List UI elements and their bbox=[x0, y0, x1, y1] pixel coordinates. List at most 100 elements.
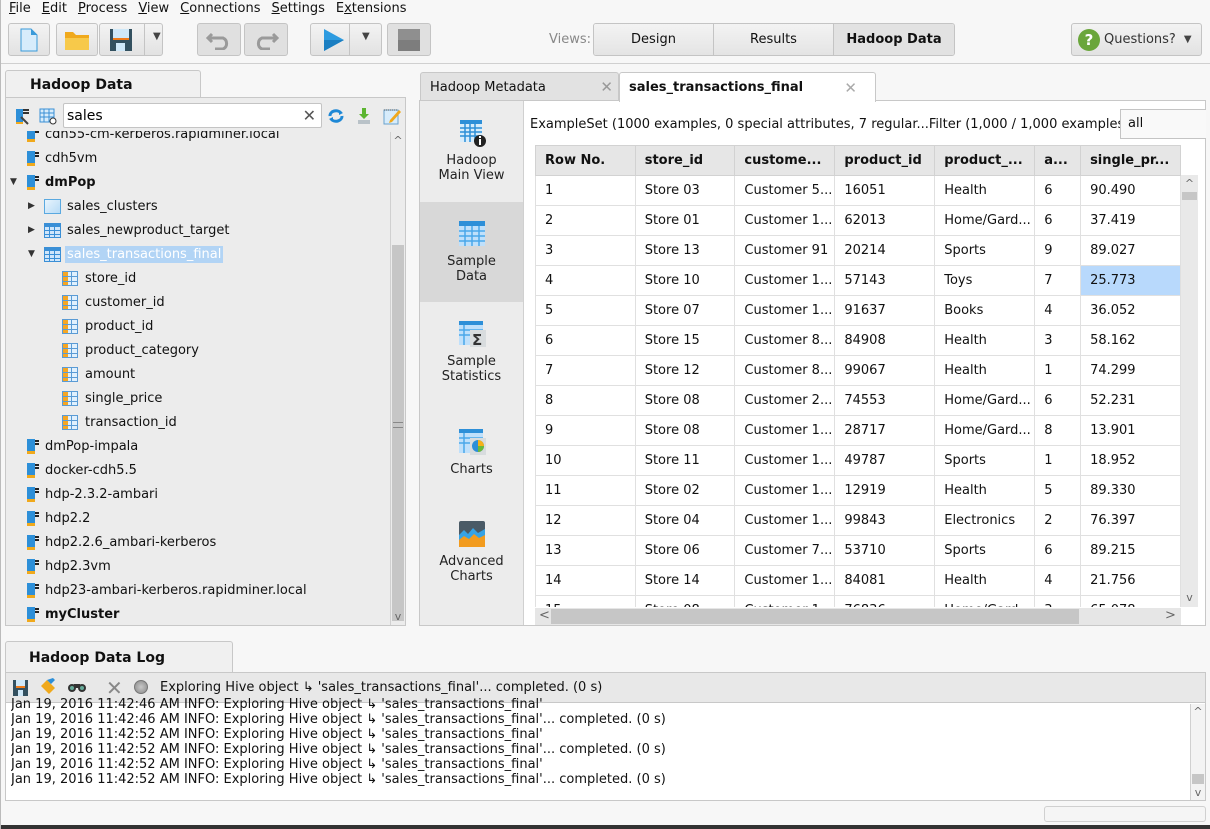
scroll-down-icon[interactable]: v bbox=[1191, 786, 1205, 799]
tree-scrollbar[interactable]: ^ v bbox=[390, 132, 405, 625]
refresh-icon[interactable] bbox=[327, 107, 345, 125]
table-cell[interactable]: 6 bbox=[1034, 205, 1082, 236]
table-cell[interactable]: Customer 7... bbox=[734, 535, 836, 566]
table-cell[interactable]: 1 bbox=[1034, 445, 1082, 476]
table-cell[interactable]: 52.231 bbox=[1080, 385, 1181, 416]
table-cell[interactable]: Health bbox=[934, 175, 1036, 206]
table-cell[interactable]: Customer 2... bbox=[734, 385, 836, 416]
table-cell[interactable]: Customer 5... bbox=[734, 175, 836, 206]
collapse-arrow-icon[interactable]: ▶ bbox=[28, 201, 38, 211]
table-cell[interactable]: Books bbox=[934, 295, 1036, 326]
tree-item-column[interactable]: single_price bbox=[62, 386, 164, 410]
table-cell[interactable]: 3 bbox=[1034, 595, 1082, 607]
new-process-button[interactable] bbox=[8, 23, 50, 56]
table-row[interactable]: 6 Store 15 Customer 8... 84908 Health 3 58.162 bbox=[535, 325, 1181, 356]
table-cell[interactable]: Health bbox=[934, 565, 1036, 596]
table-cell[interactable]: Customer 1... bbox=[734, 475, 836, 506]
table-cell[interactable]: 99843 bbox=[834, 505, 936, 536]
table-cell[interactable]: 58.162 bbox=[1080, 325, 1181, 356]
nav-charts[interactable]: Charts bbox=[420, 402, 523, 502]
redo-button[interactable] bbox=[244, 23, 288, 56]
table-cell[interactable]: 9 bbox=[1034, 235, 1082, 266]
table-cell[interactable]: Health bbox=[934, 325, 1036, 356]
edit-icon[interactable] bbox=[383, 107, 401, 125]
table-cell[interactable]: Store 03 bbox=[634, 175, 736, 206]
run-dropdown-icon[interactable]: ▼ bbox=[362, 31, 370, 42]
table-cell[interactable]: 2 bbox=[535, 205, 636, 236]
table-cell[interactable]: 5 bbox=[535, 295, 636, 326]
table-cell[interactable]: 57143 bbox=[834, 265, 936, 296]
table-cell[interactable]: 91637 bbox=[834, 295, 936, 326]
column-header[interactable]: Row No. bbox=[535, 145, 636, 176]
table-cell[interactable]: 4 bbox=[1034, 295, 1082, 326]
tree-item-table[interactable]: ▼ sales_transactions_final bbox=[28, 242, 224, 266]
table-cell[interactable]: 13 bbox=[535, 535, 636, 566]
hadoop-data-log-tab[interactable]: Hadoop Data Log bbox=[5, 641, 233, 673]
table-cell[interactable]: 74553 bbox=[834, 385, 936, 416]
table-cell[interactable]: 5 bbox=[1034, 475, 1082, 506]
table-row[interactable]: 11 Store 02 Customer 1... 12919 Health 5 89.33… bbox=[535, 475, 1181, 506]
table-cell[interactable]: Customer 1... bbox=[734, 415, 836, 446]
table-cell[interactable]: Sports bbox=[934, 235, 1036, 266]
table-hscroll-thumb[interactable] bbox=[551, 609, 1079, 624]
column-header[interactable]: single_pr... bbox=[1080, 145, 1181, 176]
import-icon[interactable] bbox=[355, 107, 373, 125]
table-cell[interactable]: 2 bbox=[1034, 505, 1082, 536]
table-cell[interactable]: 74.299 bbox=[1080, 355, 1181, 386]
table-row[interactable]: 13 Store 06 Customer 7... 53710 Sports 6 89.21… bbox=[535, 535, 1181, 566]
tree-item-table[interactable]: ▶ sales_newproduct_target bbox=[28, 218, 232, 242]
table-cell[interactable]: Customer 1... bbox=[734, 565, 836, 596]
table-cell[interactable]: 11 bbox=[535, 475, 636, 506]
open-process-button[interactable] bbox=[56, 23, 98, 56]
table-cell[interactable]: 62013 bbox=[834, 205, 936, 236]
questions-button[interactable]: ? Questions? ▼ bbox=[1071, 23, 1202, 56]
scroll-left-icon[interactable]: < bbox=[539, 608, 550, 623]
table-cell[interactable]: Customer 91 bbox=[734, 235, 836, 266]
clear-search-icon[interactable]: ✕ bbox=[303, 106, 316, 125]
nav-hadoop-main-view[interactable]: Hadoop Main View bbox=[420, 101, 523, 201]
table-cell[interactable]: 89.330 bbox=[1080, 475, 1181, 506]
find-icon[interactable] bbox=[67, 681, 87, 693]
table-cell[interactable]: 25.773 bbox=[1080, 265, 1181, 296]
table-cell[interactable]: 36.052 bbox=[1080, 295, 1181, 326]
tree-item-server[interactable]: hdp23-ambari-kerberos.rapidminer.local bbox=[10, 578, 309, 602]
table-cell[interactable]: 3 bbox=[1034, 325, 1082, 356]
nav-sample-data[interactable]: Sample Data bbox=[420, 202, 523, 302]
tree-item-view[interactable]: ▶ sales_clusters bbox=[28, 194, 160, 218]
table-cell[interactable]: 12 bbox=[535, 505, 636, 536]
table-cell[interactable]: Customer 8... bbox=[734, 355, 836, 386]
tree-item-column[interactable]: product_id bbox=[62, 314, 155, 338]
tree-item-column[interactable]: customer_id bbox=[62, 290, 167, 314]
tree-item-server[interactable]: hdp2.2 bbox=[10, 506, 92, 530]
table-refresh-icon[interactable] bbox=[39, 107, 57, 125]
table-cell[interactable]: 8 bbox=[1034, 415, 1082, 446]
table-cell[interactable]: 90.490 bbox=[1080, 175, 1181, 206]
tree-item-column[interactable]: transaction_id bbox=[62, 410, 179, 434]
table-cell[interactable]: Store 15 bbox=[634, 325, 736, 356]
menu-settings[interactable]: Settings bbox=[272, 0, 325, 17]
menu-edit[interactable]: Edit bbox=[42, 0, 67, 17]
table-cell[interactable]: 15 bbox=[535, 595, 636, 607]
table-cell[interactable]: 3 bbox=[535, 235, 636, 266]
menu-extensions[interactable]: Extensions bbox=[336, 0, 407, 17]
menu-process[interactable]: Process bbox=[78, 0, 127, 17]
expand-arrow-icon[interactable]: ▼ bbox=[10, 177, 20, 187]
tree-item-server[interactable]: docker-cdh5.5 bbox=[10, 458, 139, 482]
table-cell[interactable]: Store 02 bbox=[634, 475, 736, 506]
table-cell[interactable]: Customer 8... bbox=[734, 325, 836, 356]
table-cell[interactable]: 16051 bbox=[834, 175, 936, 206]
table-cell[interactable]: 4 bbox=[1034, 565, 1082, 596]
clear-log-icon[interactable] bbox=[39, 678, 57, 696]
connection-settings-icon[interactable] bbox=[13, 107, 31, 125]
stop-button[interactable] bbox=[387, 23, 431, 56]
table-cell[interactable]: 6 bbox=[535, 325, 636, 356]
table-row[interactable]: 15Store 08Customer 1...76836Home/Gard...… bbox=[535, 595, 1181, 607]
log-scrollbar-thumb[interactable] bbox=[1192, 774, 1204, 784]
expand-arrow-icon[interactable]: ▼ bbox=[28, 249, 38, 259]
table-cell[interactable]: 28717 bbox=[834, 415, 936, 446]
table-cell[interactable]: 20214 bbox=[834, 235, 936, 266]
table-cell[interactable]: Store 10 bbox=[634, 265, 736, 296]
table-cell[interactable]: Store 11 bbox=[634, 445, 736, 476]
table-cell[interactable]: 12919 bbox=[834, 475, 936, 506]
table-cell[interactable]: Store 08 bbox=[634, 595, 736, 607]
